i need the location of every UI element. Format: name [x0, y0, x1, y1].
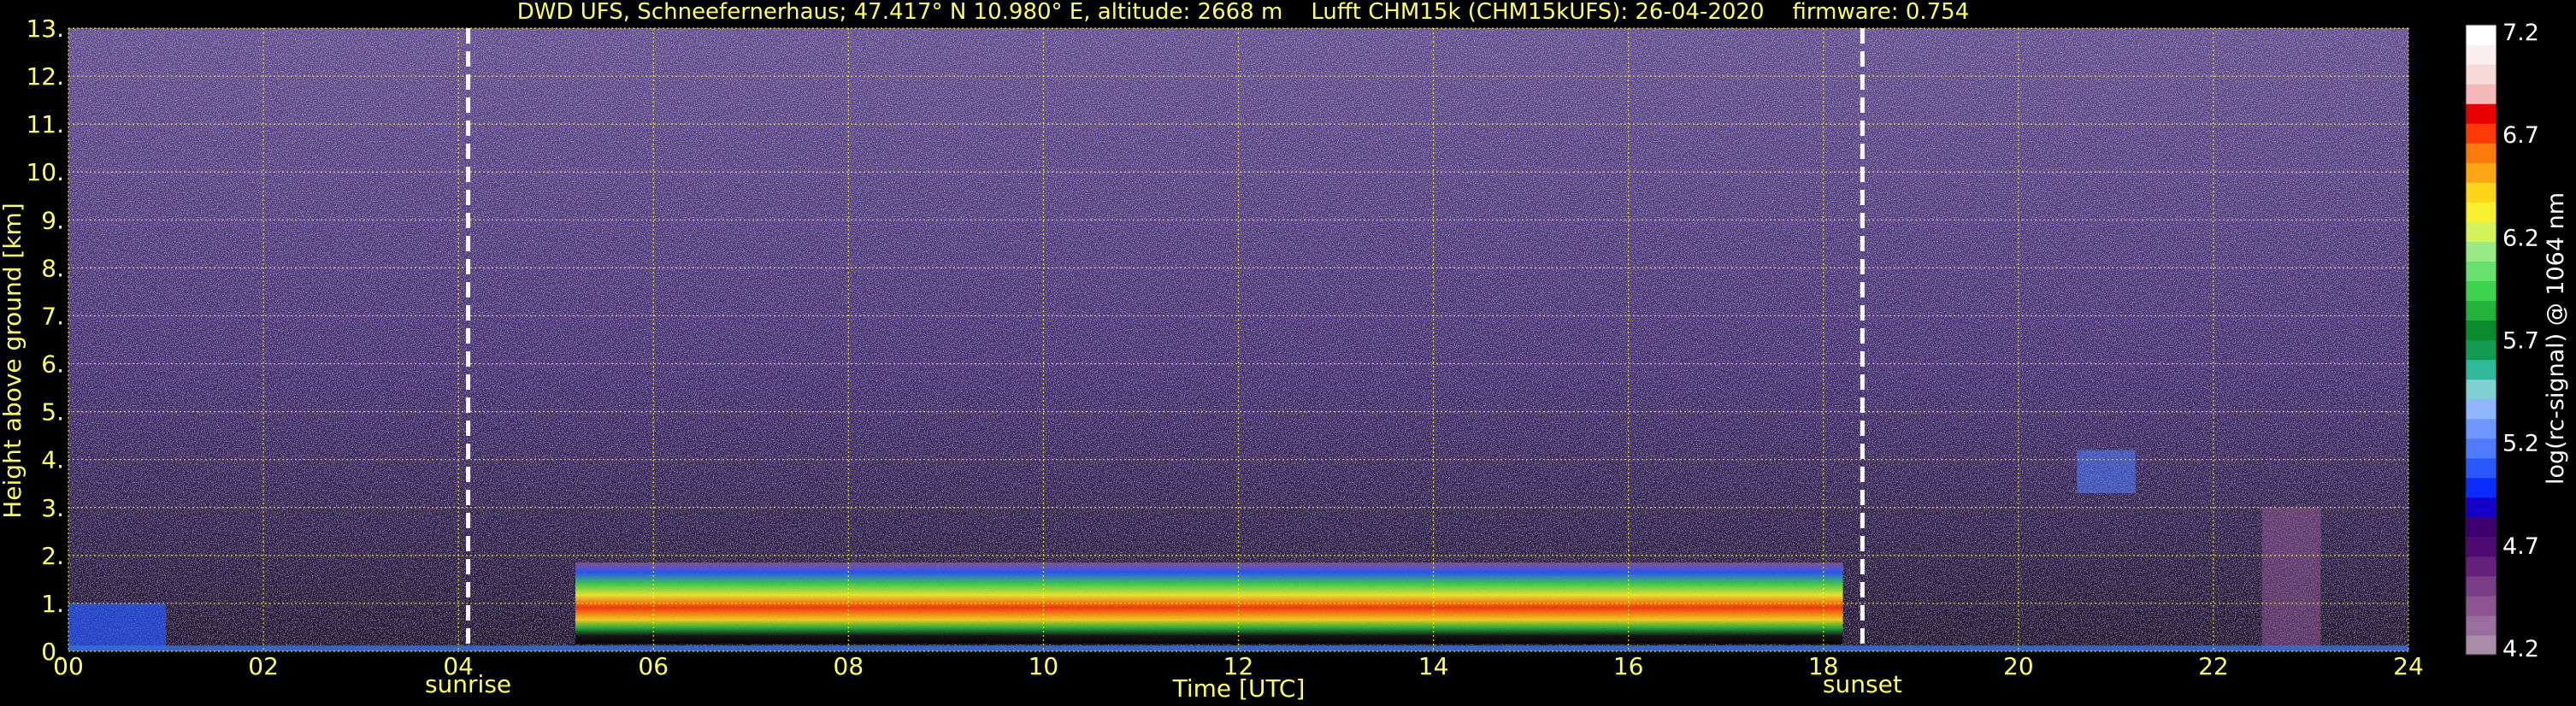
colorbar-tick-label: 4.7 [2502, 533, 2539, 560]
evening-aerosol-patch [2077, 450, 2136, 493]
colorbar-tick-label: 5.7 [2502, 328, 2539, 355]
colorbar-segment [2466, 202, 2496, 222]
colorbar-segment [2466, 103, 2496, 124]
x-axis-label: Time [UTC] [1172, 674, 1306, 703]
colorbar: 7.2 6.7 6.2 5.7 5.2 4.7 4.2 [2465, 20, 2539, 662]
x-tick-label: 18 [1808, 652, 1839, 680]
colorbar-segment [2466, 536, 2496, 557]
y-tick-label: 5. [41, 398, 64, 427]
y-tick-label: 0. [41, 638, 64, 666]
y-tick-label: 2. [41, 542, 64, 570]
colorbar-segment [2466, 25, 2496, 45]
colorbar-segment [2466, 379, 2496, 400]
y-tick-label: 3. [41, 494, 64, 522]
colorbar-segment [2466, 418, 2496, 439]
x-tick-label: 04 [443, 652, 474, 680]
colorbar-segment [2466, 477, 2496, 498]
colorbar-segment [2466, 44, 2496, 65]
colorbar-segment [2466, 398, 2496, 420]
x-tick-label: 16 [1613, 652, 1644, 680]
colorbar-segment [2466, 241, 2496, 262]
colorbar-segment [2466, 497, 2496, 518]
y-axis-label: Height above ground [km] [0, 203, 27, 519]
x-tick-label: 06 [638, 652, 669, 680]
colorbar-segment [2466, 575, 2496, 597]
colorbar-segment [2466, 359, 2496, 380]
colorbar-segment [2466, 320, 2496, 341]
colorbar-tick-label: 5.2 [2502, 431, 2539, 457]
colorbar-segment [2466, 182, 2496, 203]
backscatter-noise [68, 28, 2408, 651]
morning-surface-layer [68, 603, 167, 650]
colorbar-segment [2466, 457, 2496, 479]
x-tick-label: 14 [1418, 652, 1449, 680]
colorbar-segment [2466, 123, 2496, 144]
colorbar-segment [2466, 300, 2496, 321]
colorbar-tick-label: 6.2 [2502, 225, 2539, 251]
y-tick-label: 9. [41, 206, 64, 234]
colorbar-segment [2466, 516, 2496, 538]
y-tick-label: 6. [41, 350, 64, 379]
plot-area [68, 28, 2408, 651]
colorbar-tick-label: 7.2 [2502, 20, 2539, 46]
colorbar-segment [2466, 143, 2496, 163]
colorbar-segment [2466, 556, 2496, 577]
y-tick-label: 10. [26, 158, 64, 186]
colorbar-segment [2466, 438, 2496, 459]
y-axis-ticks: 0. 1. 2. 3. 4. 5. 6. 7. 8. 9. 10. 11. 12. 13. [26, 15, 64, 666]
x-tick-label: 02 [248, 652, 279, 680]
colorbar-segment [2466, 84, 2496, 104]
colorbar-segment [2466, 162, 2496, 183]
x-tick-label: 24 [2393, 652, 2424, 680]
colorbar-segment [2466, 595, 2496, 616]
y-tick-label: 7. [41, 302, 64, 330]
x-tick-label: 10 [1029, 652, 1059, 680]
y-tick-label: 11. [26, 110, 64, 138]
ceilometer-chart: DWD UFS, Schneefernerhaus; 47.417° N 10.… [0, 0, 2569, 703]
y-tick-label: 13. [26, 15, 64, 43]
y-tick-label: 4. [41, 446, 64, 474]
y-tick-label: 12. [26, 62, 64, 91]
colorbar-label: log(rc-signal) @ 1064 nm [2543, 192, 2569, 485]
colorbar-segment [2466, 261, 2496, 282]
colorbar-segment [2466, 64, 2496, 85]
y-tick-label: 1. [41, 590, 64, 618]
colorbar-segment [2466, 615, 2496, 636]
y-tick-label: 8. [41, 254, 64, 282]
colorbar-tick-label: 6.7 [2502, 122, 2539, 149]
colorbar-segment [2466, 221, 2496, 242]
x-tick-label: 22 [2198, 652, 2229, 680]
late-evening-patch [2261, 507, 2321, 650]
colorbar-tick-label: 4.2 [2502, 636, 2539, 662]
x-tick-label: 08 [834, 652, 864, 680]
colorbar-segment [2466, 634, 2496, 656]
colorbar-segment [2466, 280, 2496, 302]
chart-title: DWD UFS, Schneefernerhaus; 47.417° N 10.… [517, 0, 1970, 25]
colorbar-segment [2466, 339, 2496, 361]
x-tick-label: 20 [2003, 652, 2034, 680]
